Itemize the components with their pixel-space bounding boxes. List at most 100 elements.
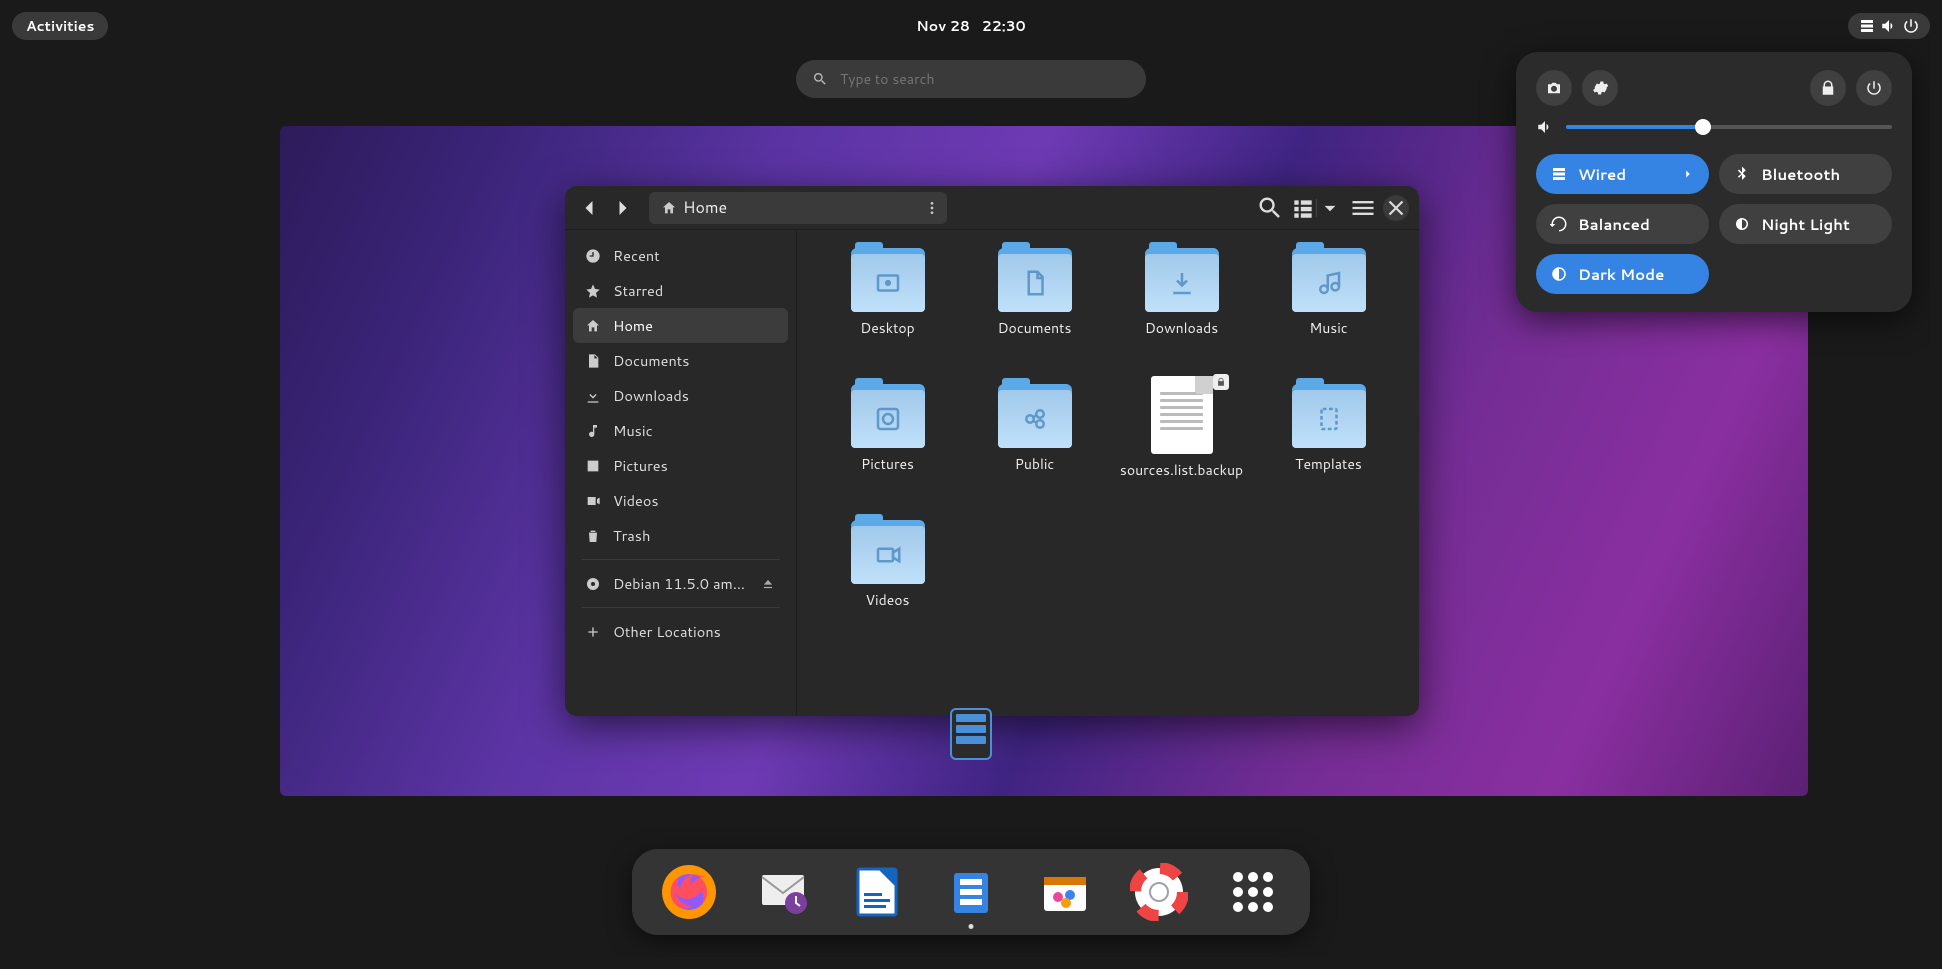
sidebar-item-videos[interactable]: Videos <box>573 483 788 518</box>
folder-icon <box>998 384 1072 448</box>
power-button[interactable] <box>1856 70 1892 106</box>
mail-icon <box>754 863 812 921</box>
qs-tile-balanced[interactable]: Balanced <box>1536 204 1709 244</box>
files-sidebar: Recent Starred Home Documents Downloads … <box>565 230 797 716</box>
system-tray[interactable] <box>1848 13 1930 39</box>
folder-icon <box>1145 248 1219 312</box>
qs-tile-label: Night Light <box>1761 214 1850 235</box>
sidebar-item-label: Music <box>613 420 776 441</box>
view-options-button[interactable] <box>1317 194 1343 222</box>
volume-slider[interactable] <box>1566 125 1892 129</box>
sidebar-item-starred[interactable]: Starred <box>573 273 788 308</box>
dock <box>632 849 1310 935</box>
sidebar-item-music[interactable]: Music <box>573 413 788 448</box>
folder-icon <box>851 520 925 584</box>
sidebar-item-pictures[interactable]: Pictures <box>573 448 788 483</box>
screenshot-button[interactable] <box>1536 70 1572 106</box>
path-segment-home[interactable]: Home <box>649 192 739 224</box>
clock[interactable]: Nov 28 22:30 <box>916 16 1025 36</box>
hamburger-menu-button[interactable] <box>1349 194 1377 222</box>
sidebar-item-label: Other Locations <box>613 621 776 642</box>
path-menu-button[interactable] <box>917 200 947 216</box>
file-item[interactable]: Templates <box>1258 384 1399 514</box>
folder-icon <box>998 248 1072 312</box>
dock-item-files[interactable] <box>942 863 1000 921</box>
file-item[interactable]: Desktop <box>817 248 958 378</box>
top-bar: Activities Nov 28 22:30 <box>12 12 1930 40</box>
folder-icon <box>851 248 925 312</box>
file-item-label: Videos <box>865 590 909 610</box>
activities-button[interactable]: Activities <box>12 12 108 40</box>
music-icon <box>585 423 601 439</box>
dock-item-firefox[interactable] <box>660 863 718 921</box>
qs-tile-bluetooth[interactable]: Bluetooth <box>1719 154 1892 194</box>
sidebar-item-label: Starred <box>613 280 776 301</box>
file-item[interactable]: Videos <box>817 520 958 650</box>
qs-tile-nightlight[interactable]: Night Light <box>1719 204 1892 244</box>
chevron-right-icon[interactable] <box>1681 167 1695 181</box>
file-item[interactable]: sources.list.backup <box>1111 384 1252 514</box>
plus-icon <box>585 624 601 640</box>
home-icon <box>585 318 601 334</box>
path-bar[interactable]: Home <box>649 192 947 224</box>
dock-item-apps[interactable] <box>1224 863 1282 921</box>
download-icon <box>585 388 601 404</box>
eject-icon[interactable] <box>760 577 776 591</box>
lock-button[interactable] <box>1810 70 1846 106</box>
qs-tile-label: Balanced <box>1578 214 1650 235</box>
sidebar-item-home[interactable]: Home <box>573 308 788 343</box>
search-icon <box>812 71 828 87</box>
file-item-label: Desktop <box>860 318 914 338</box>
qs-tile-label: Bluetooth <box>1761 164 1840 185</box>
software-icon <box>1036 863 1094 921</box>
qs-tile-wired[interactable]: Wired <box>1536 154 1709 194</box>
volume-row <box>1536 118 1892 136</box>
file-item[interactable]: Downloads <box>1111 248 1252 378</box>
power-profile-icon <box>1550 215 1568 233</box>
network-icon <box>1858 17 1876 35</box>
sidebar-item-recent[interactable]: Recent <box>573 238 788 273</box>
dock-item-mail[interactable] <box>754 863 812 921</box>
file-item-label: Music <box>1309 318 1347 338</box>
view-list-button[interactable] <box>1290 194 1316 222</box>
videos-icon <box>585 493 601 509</box>
overview-window-thumb[interactable] <box>950 708 992 760</box>
sidebar-item-other-locations[interactable]: Other Locations <box>573 614 788 649</box>
sidebar-item-trash[interactable]: Trash <box>573 518 788 553</box>
close-button[interactable] <box>1383 195 1409 221</box>
file-item[interactable]: Pictures <box>817 384 958 514</box>
folder-icon <box>1292 384 1366 448</box>
dock-item-software[interactable] <box>1036 863 1094 921</box>
clock-date: Nov 28 <box>916 16 970 36</box>
sidebar-item-downloads[interactable]: Downloads <box>573 378 788 413</box>
settings-button[interactable] <box>1582 70 1618 106</box>
volume-icon <box>1536 118 1554 136</box>
file-item[interactable]: Documents <box>964 248 1105 378</box>
search-input[interactable] <box>840 69 1130 89</box>
nav-forward-button[interactable] <box>609 194 637 222</box>
file-item[interactable]: Public <box>964 384 1105 514</box>
overview-search[interactable] <box>796 60 1146 98</box>
view-switcher <box>1290 194 1343 222</box>
file-grid: Desktop Documents Downloads Music Pictur… <box>797 230 1419 716</box>
sidebar-item-label: Videos <box>613 490 776 511</box>
camera-icon <box>1545 79 1563 97</box>
sidebar-item-disk[interactable]: Debian 11.5.0 amd6… <box>573 566 788 601</box>
pictures-icon <box>585 458 601 474</box>
file-item-label: Templates <box>1295 454 1362 474</box>
qs-tile-darkmode[interactable]: Dark Mode <box>1536 254 1709 294</box>
clock-icon <box>585 248 601 264</box>
document-icon <box>585 353 601 369</box>
disc-icon <box>585 576 601 592</box>
search-button[interactable] <box>1256 194 1284 222</box>
nav-back-button[interactable] <box>575 194 603 222</box>
dock-item-help[interactable] <box>1130 863 1188 921</box>
darkmode-icon <box>1550 265 1568 283</box>
file-item[interactable]: Music <box>1258 248 1399 378</box>
network-icon <box>1550 165 1568 183</box>
star-icon <box>585 283 601 299</box>
qs-tile-label: Wired <box>1578 164 1626 185</box>
dock-item-writer[interactable] <box>848 863 906 921</box>
home-icon <box>661 200 677 216</box>
sidebar-item-documents[interactable]: Documents <box>573 343 788 378</box>
